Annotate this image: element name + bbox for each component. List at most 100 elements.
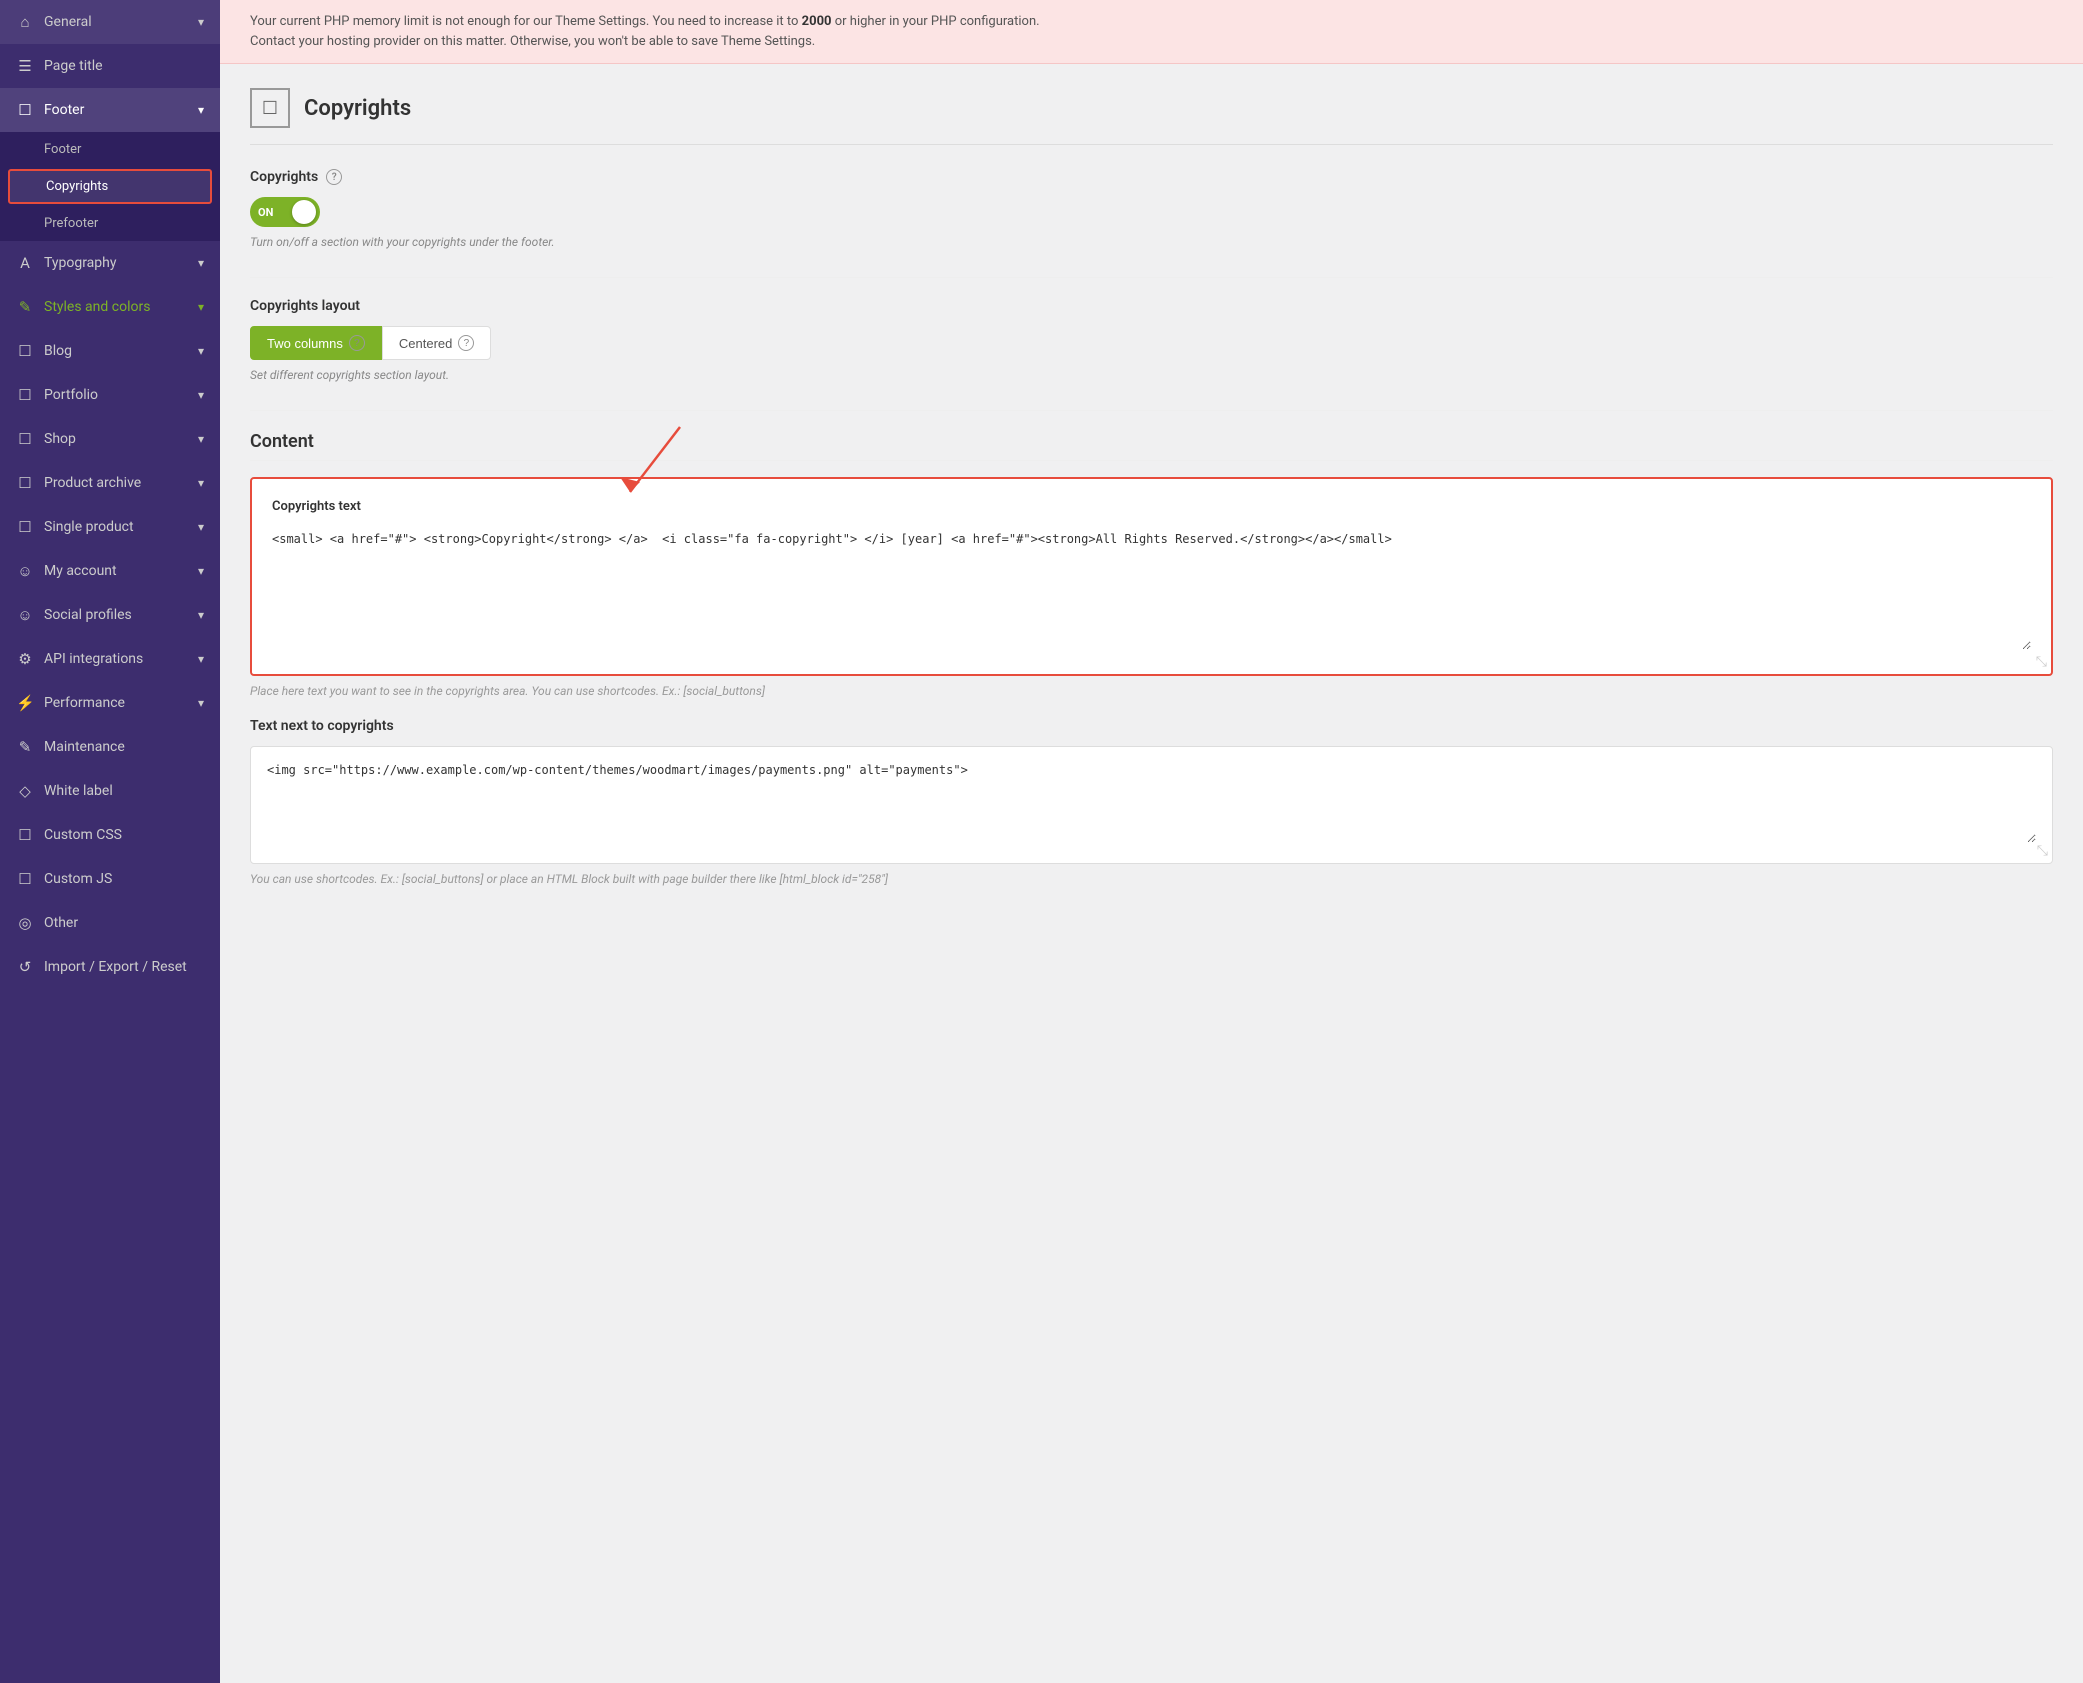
sidebar-item-other[interactable]: ◎ Other <box>0 901 220 945</box>
sidebar-item-styles-colors[interactable]: ✎ Styles and colors ▾ <box>0 285 220 329</box>
sidebar-label-shop: Shop <box>44 431 76 447</box>
layout-desc: Set different copyrights section layout. <box>250 368 2053 382</box>
two-columns-help-icon[interactable]: ? <box>349 335 365 351</box>
copyrights-toggle-section: Copyrights ? ON Turn on/off a section wi… <box>250 169 2053 249</box>
divider-1 <box>250 277 2053 278</box>
sidebar-label-portfolio: Portfolio <box>44 387 98 403</box>
sidebar-label-typography: Typography <box>44 255 116 271</box>
copyrights-toggle[interactable]: ON <box>250 197 320 227</box>
chevron-my-account: ▾ <box>198 564 204 578</box>
sidebar-label-other: Other <box>44 915 78 931</box>
sidebar-label-single-product: Single product <box>44 519 134 535</box>
footer-sub-label: Footer <box>44 142 81 157</box>
copyrights-help-icon[interactable]: ? <box>326 169 342 185</box>
copyrights-layout-section: Copyrights layout Two columns ? Centered… <box>250 298 2053 382</box>
chevron-footer: ▾ <box>198 103 204 117</box>
sidebar-item-single-product[interactable]: ☐ Single product ▾ <box>0 505 220 549</box>
resize-handle-2: ⤡ <box>2037 843 2048 859</box>
two-columns-button[interactable]: Two columns ? <box>250 326 382 360</box>
sidebar-label-social-profiles: Social profiles <box>44 607 132 623</box>
sidebar-label-product-archive: Product archive <box>44 475 141 491</box>
text-next-input[interactable]: <img src="https://www.example.com/wp-con… <box>267 763 2036 843</box>
blog-icon: ☐ <box>16 342 34 360</box>
sidebar-label-page-title: Page title <box>44 58 103 74</box>
page-title-icon: ☰ <box>16 57 34 75</box>
sidebar-label-api: API integrations <box>44 651 143 667</box>
footer-icon: ☐ <box>16 101 34 119</box>
sidebar-label-my-account: My account <box>44 563 117 579</box>
sidebar-label-white-label: White label <box>44 783 113 799</box>
content-section-title: Content <box>250 431 2053 461</box>
single-product-icon: ☐ <box>16 518 34 536</box>
maintenance-icon: ✎ <box>16 738 34 756</box>
copyrights-text-input[interactable]: <small> <a href="#"> <strong>Copyright</… <box>272 530 2031 650</box>
page-icon: ☐ <box>250 88 290 128</box>
centered-help-icon[interactable]: ? <box>458 335 474 351</box>
sidebar-label-custom-js: Custom JS <box>44 871 112 887</box>
layout-buttons-group: Two columns ? Centered ? <box>250 326 2053 360</box>
sidebar-item-typography[interactable]: A Typography ▾ <box>0 241 220 285</box>
sidebar-item-page-title[interactable]: ☰ Page title <box>0 44 220 88</box>
text-next-label: Text next to copyrights <box>250 718 2053 734</box>
chevron-blog: ▾ <box>198 344 204 358</box>
sidebar-item-footer[interactable]: ☐ Footer ▾ <box>0 88 220 132</box>
sidebar-item-general[interactable]: ⌂ General ▾ <box>0 0 220 44</box>
sidebar-item-portfolio[interactable]: ☐ Portfolio ▾ <box>0 373 220 417</box>
sidebar-label-maintenance: Maintenance <box>44 739 125 755</box>
sidebar-item-blog[interactable]: ☐ Blog ▾ <box>0 329 220 373</box>
sidebar-item-performance[interactable]: ⚡ Performance ▾ <box>0 681 220 725</box>
content-section: Content Copyrights text <small> <a href=… <box>250 431 2053 886</box>
text-next-section: Text next to copyrights <img src="https:… <box>250 718 2053 886</box>
text-next-card: <img src="https://www.example.com/wp-con… <box>250 746 2053 864</box>
red-arrow-annotation <box>590 422 710 502</box>
sidebar-item-my-account[interactable]: ☺ My account ▾ <box>0 549 220 593</box>
sidebar-label-performance: Performance <box>44 695 125 711</box>
sidebar-item-white-label[interactable]: ◇ White label <box>0 769 220 813</box>
chevron-product-archive: ▾ <box>198 476 204 490</box>
prefooter-sub-label: Prefooter <box>44 216 98 231</box>
copyrights-text-label: Copyrights text <box>272 499 2031 514</box>
sidebar-label-custom-css: Custom CSS <box>44 827 122 843</box>
sidebar-item-custom-css[interactable]: ☐ Custom CSS <box>0 813 220 857</box>
custom-css-icon: ☐ <box>16 826 34 844</box>
page-title: Copyrights <box>304 96 411 121</box>
chevron-general: ▾ <box>198 15 204 29</box>
resize-handle-1: ⤡ <box>2036 654 2047 670</box>
alert-line2: Contact your hosting provider on this ma… <box>250 34 815 49</box>
sidebar-item-social-profiles[interactable]: ☺ Social profiles ▾ <box>0 593 220 637</box>
home-icon: ⌂ <box>16 13 34 31</box>
alert-banner: Your current PHP memory limit is not eno… <box>220 0 2083 64</box>
chevron-shop: ▾ <box>198 432 204 446</box>
styles-icon: ✎ <box>16 298 34 316</box>
sidebar-sub-copyrights[interactable]: Copyrights <box>8 169 212 204</box>
centered-button[interactable]: Centered ? <box>382 326 491 360</box>
sidebar-item-maintenance[interactable]: ✎ Maintenance <box>0 725 220 769</box>
performance-icon: ⚡ <box>16 694 34 712</box>
arrow-annotation-container: Copyrights text <small> <a href="#"> <st… <box>250 477 2053 676</box>
api-icon: ⚙ <box>16 650 34 668</box>
sidebar-label-import-export: Import / Export / Reset <box>44 959 187 975</box>
toggle-knob <box>292 200 316 224</box>
social-profiles-icon: ☺ <box>16 606 34 624</box>
sidebar-sub-prefooter[interactable]: Prefooter <box>0 206 220 241</box>
sidebar-label-blog: Blog <box>44 343 72 359</box>
chevron-styles: ▾ <box>198 300 204 314</box>
two-columns-label: Two columns <box>267 336 343 351</box>
sidebar-item-product-archive[interactable]: ☐ Product archive ▾ <box>0 461 220 505</box>
typography-icon: A <box>16 254 34 272</box>
sidebar-item-custom-js[interactable]: ☐ Custom JS <box>0 857 220 901</box>
toggle-label: ON <box>258 206 273 219</box>
main-content: Your current PHP memory limit is not eno… <box>220 0 2083 1683</box>
sidebar-item-import-export[interactable]: ↺ Import / Export / Reset <box>0 945 220 989</box>
alert-text: Your current PHP memory limit is not eno… <box>250 14 1040 29</box>
alert-highlight: 2000 <box>802 14 832 29</box>
sidebar-label-general: General <box>44 14 92 30</box>
copyrights-text-card: Copyrights text <small> <a href="#"> <st… <box>250 477 2053 676</box>
layout-label: Copyrights layout <box>250 298 2053 314</box>
chevron-api: ▾ <box>198 652 204 666</box>
chevron-social-profiles: ▾ <box>198 608 204 622</box>
sidebar-item-shop[interactable]: ☐ Shop ▾ <box>0 417 220 461</box>
sidebar-item-api-integrations[interactable]: ⚙ API integrations ▾ <box>0 637 220 681</box>
sidebar-sub-footer[interactable]: Footer <box>0 132 220 167</box>
copyrights-label: Copyrights ? <box>250 169 2053 185</box>
